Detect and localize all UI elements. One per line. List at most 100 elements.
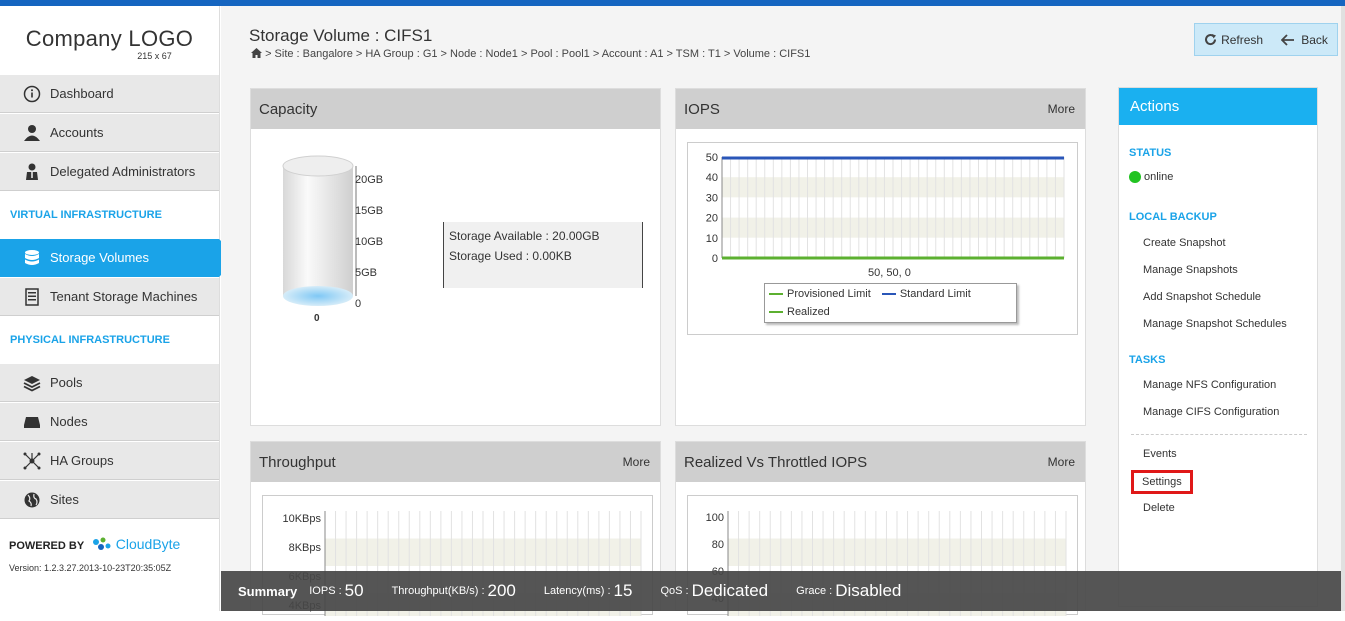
realized-throttled-title: Realized Vs Throttled IOPS <box>684 453 868 471</box>
sidebar-item-ha-groups[interactable]: HA Groups <box>0 441 219 480</box>
realized-throttled-more-link[interactable]: More <box>1048 455 1075 469</box>
node-icon <box>22 412 42 432</box>
summary-grace-value: Disabled <box>835 581 902 600</box>
sidebar: Company LOGO 215 x 67 Dashboard Accounts… <box>0 6 238 611</box>
sidebar-item-label: Nodes <box>50 414 88 429</box>
sidebar-item-label: Sites <box>50 492 79 507</box>
manage-cifs-configuration-link[interactable]: Manage CIFS Configuration <box>1119 399 1317 426</box>
sidebar-item-storage-volumes[interactable]: Storage Volumes <box>0 238 238 277</box>
network-icon <box>22 451 42 471</box>
sidebar-item-delegated-administrators[interactable]: Delegated Administrators <box>0 152 219 191</box>
capacity-ticks: 20GB 15GB 10GB 5GB 0 <box>355 165 383 320</box>
version-text: Version: 1.2.3.27.2013-10-23T20:35:05Z <box>9 563 172 573</box>
throughput-more-link[interactable]: More <box>623 455 650 469</box>
sidebar-item-label: Storage Volumes <box>50 250 150 265</box>
iops-legend: Provisioned Limit Standard Limit Realize… <box>764 283 1017 323</box>
throughput-tick: 8KBps <box>288 542 321 554</box>
summary-title: Summary <box>238 583 298 599</box>
iops-panel: IOPS More 50 40 30 20 10 0 50, 50, 0 Provisio… <box>675 88 1086 426</box>
refresh-button[interactable]: Refresh <box>1204 33 1263 47</box>
manage-snapshot-schedules-link[interactable]: Manage Snapshot Schedules <box>1119 311 1317 338</box>
sidebar-item-dashboard[interactable]: Dashboard <box>0 74 219 113</box>
sidebar-item-label: HA Groups <box>50 453 114 468</box>
page-scrollbar[interactable] <box>1341 6 1345 611</box>
sidebar-item-label: Accounts <box>50 125 104 140</box>
home-icon[interactable] <box>251 48 262 61</box>
sidebar-item-label: Delegated Administrators <box>50 164 196 179</box>
sidebar-item-nodes[interactable]: Nodes <box>0 402 219 441</box>
iops-title: IOPS <box>684 100 720 118</box>
actions-panel: Actions STATUS online LOCAL BACKUP Creat… <box>1118 87 1318 607</box>
realized-tick: 100 <box>705 512 724 524</box>
throughput-title: Throughput <box>259 453 336 471</box>
status-heading: STATUS <box>1129 147 1172 159</box>
user-icon <box>22 123 42 143</box>
physical-infrastructure-heading: PHYSICAL INFRASTRUCTURE <box>0 316 219 363</box>
summary-qos-label: QoS : <box>660 585 689 597</box>
iops-tick-label: 10 <box>706 233 718 245</box>
refresh-label: Refresh <box>1221 32 1264 47</box>
local-backup-heading: LOCAL BACKUP <box>1129 211 1217 223</box>
summary-latency-label: Latency(ms) : <box>543 585 611 597</box>
admin-icon <box>22 162 42 182</box>
status-row: online <box>1119 171 1317 183</box>
create-snapshot-link[interactable]: Create Snapshot <box>1119 230 1317 257</box>
back-label: Back <box>1301 32 1328 47</box>
legend-standard-icon <box>881 293 896 296</box>
settings-link[interactable]: Settings <box>1131 469 1193 494</box>
tasks-heading: TASKS <box>1129 354 1166 366</box>
actions-divider <box>1131 434 1307 435</box>
breadcrumb-path[interactable]: > Site : Bangalore > HA Group : G1 > Nod… <box>265 48 810 60</box>
storage-available: Storage Available : 20.00GB <box>449 229 600 243</box>
sidebar-item-label: Tenant Storage Machines <box>50 289 198 304</box>
capacity-tick: 5GB <box>355 267 378 279</box>
logo-title: Company LOGO <box>25 26 194 51</box>
summary-iops-label: IOPS : <box>309 585 342 597</box>
iops-more-link[interactable]: More <box>1048 102 1075 116</box>
sidebar-item-label: Pools <box>50 375 83 390</box>
capacity-tick: 10GB <box>355 236 384 248</box>
server-icon <box>22 287 42 307</box>
settings-link-wrapper: Settings <box>1119 468 1317 495</box>
company-logo[interactable]: Company LOGO 215 x 67 <box>0 6 219 74</box>
logo-size: 215 x 67 <box>137 51 172 61</box>
powered-by: POWERED BY CloudByte Version: 1.2.3.27.2… <box>9 536 180 573</box>
sidebar-item-accounts[interactable]: Accounts <box>0 113 219 152</box>
iops-tick-label: 20 <box>706 213 718 225</box>
page-title: Storage Volume : CIFS1 <box>249 26 433 45</box>
database-icon <box>22 248 42 268</box>
realized-throttled-header: Realized Vs Throttled IOPS More <box>676 442 1085 482</box>
delete-link[interactable]: Delete <box>1119 495 1317 522</box>
toolbar-buttons: Refresh Back <box>1194 23 1338 56</box>
manage-snapshots-link[interactable]: Manage Snapshots <box>1119 257 1317 284</box>
events-link[interactable]: Events <box>1119 441 1317 468</box>
actions-title: Actions <box>1119 88 1317 125</box>
legend-standard: Standard Limit <box>899 288 971 300</box>
main-content: Storage Volume : CIFS1 > Site : Bangalor… <box>221 6 1341 621</box>
sidebar-item-pools[interactable]: Pools <box>0 363 219 402</box>
iops-x-label: 50, 50, 0 <box>868 267 911 279</box>
realized-tick: 80 <box>711 539 724 551</box>
add-snapshot-schedule-link[interactable]: Add Snapshot Schedule <box>1119 284 1317 311</box>
summary-throughput-label: Throughput(KB/s) : <box>391 585 485 597</box>
iops-tick-label: 40 <box>706 172 718 184</box>
cloudbyte-logo-icon <box>91 536 113 557</box>
capacity-value-label: 0 <box>314 313 320 324</box>
legend-realized: Realized <box>787 306 830 318</box>
summary-throughput-value: 200 <box>487 581 516 600</box>
capacity-tick: 15GB <box>355 205 384 217</box>
sidebar-item-tenant-storage-machines[interactable]: Tenant Storage Machines <box>0 277 219 316</box>
iops-header: IOPS More <box>676 89 1085 129</box>
powered-by-label: POWERED BY <box>9 540 85 553</box>
sidebar-item-sites[interactable]: Sites <box>0 480 219 519</box>
throughput-tick: 10KBps <box>282 513 321 525</box>
legend-realized-icon <box>769 311 783 314</box>
iops-chart-frame: 50 40 30 20 10 0 50, 50, 0 Provisioned Limit … <box>687 142 1078 335</box>
manage-nfs-configuration-link[interactable]: Manage NFS Configuration <box>1119 372 1317 399</box>
refresh-icon <box>1204 33 1217 46</box>
capacity-tick: 0 <box>355 298 362 310</box>
back-button[interactable]: Back <box>1281 33 1328 47</box>
breadcrumb: > Site : Bangalore > HA Group : G1 > Nod… <box>251 48 810 61</box>
virtual-infrastructure-heading: VIRTUAL INFRASTRUCTURE <box>0 191 219 238</box>
summary-grace-label: Grace : <box>796 585 833 597</box>
